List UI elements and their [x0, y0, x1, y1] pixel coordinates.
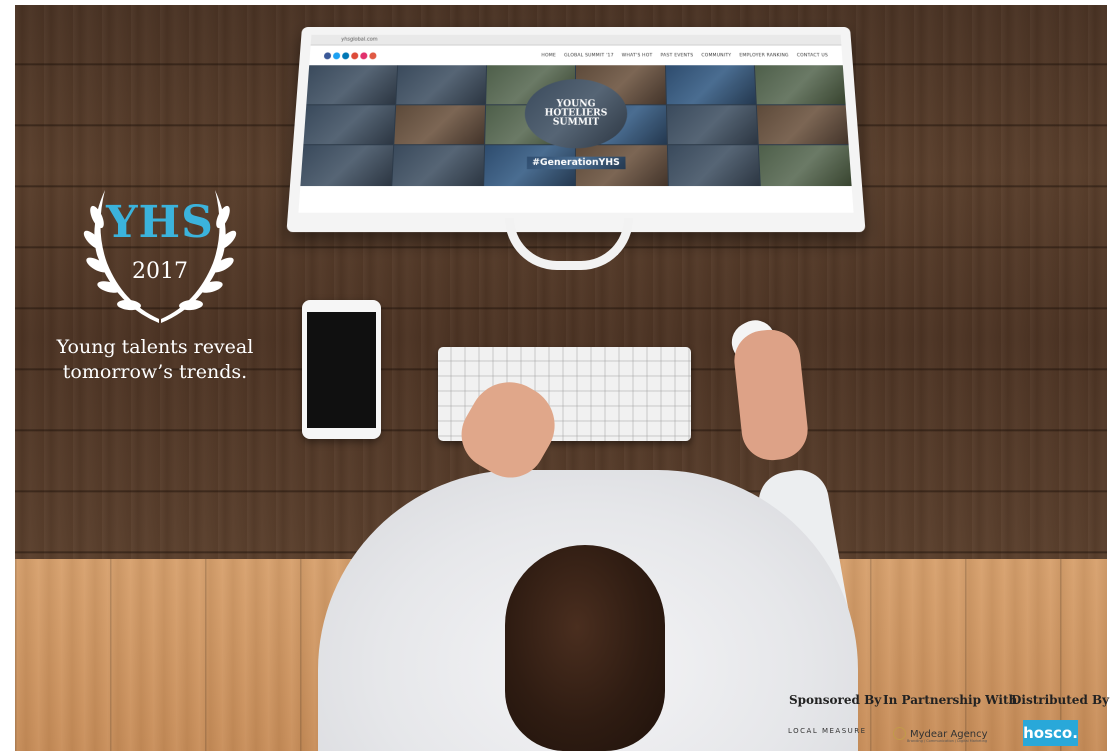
hosco-logo: hosco. — [1023, 720, 1078, 746]
site-navigation: HOME GLOBAL SUMMIT '17 WHAT'S HOT PAST E… — [309, 45, 843, 66]
nav-home: HOME — [541, 52, 556, 58]
mydear-agency-subtext: Branding / Communication / Digital Marke… — [907, 739, 988, 743]
distributed-by-heading: Distributed By — [1011, 693, 1110, 707]
advert-canvas: yhsglobal.com HOME GLOBAL SUMMIT '17 WHA… — [0, 0, 1119, 751]
facebook-icon — [323, 51, 332, 59]
nav-whats-hot: WHAT'S HOT — [621, 52, 653, 58]
rss-icon — [369, 51, 377, 59]
hashtag-banner: #GenerationYHS — [526, 156, 626, 170]
site-nav-links: HOME GLOBAL SUMMIT '17 WHAT'S HOT PAST E… — [541, 53, 828, 58]
nav-global-summit: GLOBAL SUMMIT '17 — [564, 52, 614, 58]
person-head — [505, 545, 665, 751]
yhs-logo-title: YHS — [106, 197, 214, 248]
local-measure-logo: LOCAL MEASURE — [788, 727, 867, 735]
nav-contact-us: CONTACT US — [796, 52, 829, 58]
tablet-device — [302, 300, 381, 439]
mydear-agency-logo: Mydear Agency Branding / Communication /… — [893, 727, 988, 743]
hero-photo-collage: YOUNG HOTELIERS SUMMIT #GenerationYHS — [300, 65, 852, 187]
instagram-icon — [360, 51, 368, 59]
social-icons — [323, 51, 377, 59]
nav-past-events: PAST EVENTS — [660, 52, 694, 58]
partnership-heading: In Partnership With — [883, 693, 1018, 707]
browser-address-bar: yhsglobal.com — [310, 34, 842, 46]
twitter-icon — [332, 51, 341, 59]
hero-line-3: SUMMIT — [552, 117, 600, 128]
monitor-screen: yhsglobal.com HOME GLOBAL SUMMIT '17 WHA… — [298, 34, 854, 213]
sponsored-by-heading: Sponsored By — [789, 693, 882, 707]
linkedin-icon — [341, 51, 350, 59]
nav-employer-ranking: EMPLOYER RANKING — [739, 52, 789, 58]
tagline: Young talents reveal tomorrow’s trends. — [45, 335, 265, 385]
computer-monitor: yhsglobal.com HOME GLOBAL SUMMIT '17 WHA… — [286, 27, 866, 233]
tagline-line-1: Young talents reveal — [56, 336, 254, 358]
summit-badge: YOUNG HOTELIERS SUMMIT — [524, 79, 628, 149]
tagline-line-2: tomorrow’s trends. — [62, 361, 248, 383]
nav-community: COMMUNITY — [701, 52, 732, 58]
tablet-screen — [307, 312, 376, 428]
mydear-emblem-icon — [893, 727, 906, 740]
googleplus-icon — [351, 51, 359, 59]
yhs-logo-year: 2017 — [132, 259, 188, 284]
local-measure-text: LOCAL MEASURE — [788, 727, 867, 735]
browser-url: yhsglobal.com — [340, 36, 378, 43]
